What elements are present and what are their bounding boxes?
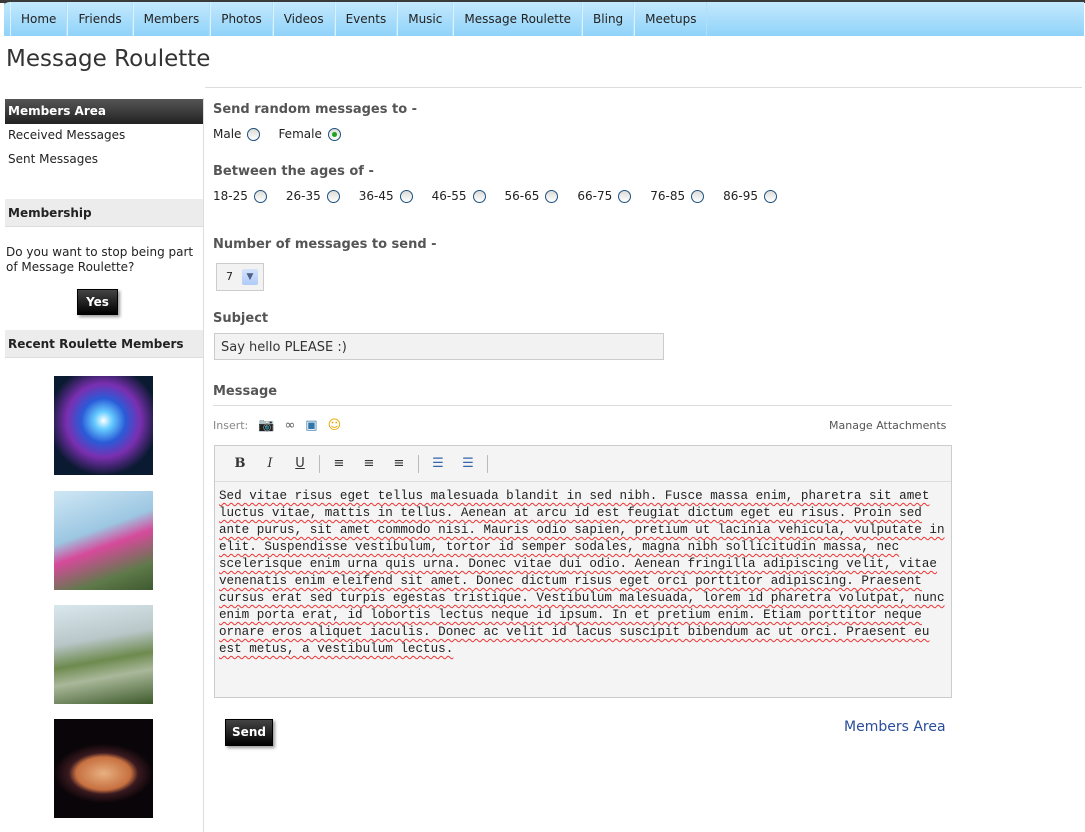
align-right-icon[interactable]: ≡ xyxy=(384,456,414,471)
age-label: 18-25 xyxy=(213,189,248,203)
toolbar-separator xyxy=(319,454,320,473)
smiley-icon[interactable]: ☺ xyxy=(328,418,342,433)
nav-home[interactable]: Home xyxy=(10,2,68,36)
window-add-icon[interactable]: ▣ xyxy=(305,418,317,433)
member-thumbnail-fractal[interactable] xyxy=(54,376,153,475)
nav-music[interactable]: Music xyxy=(397,2,454,36)
yes-button[interactable]: Yes xyxy=(77,289,118,315)
message-count-select[interactable]: 7 ▼ xyxy=(216,263,264,291)
age-label: 46-55 xyxy=(431,189,467,203)
member-thumbnail-skydiving[interactable] xyxy=(54,491,153,590)
bulleted-list-icon[interactable]: ☰ xyxy=(423,456,453,471)
age-radio-86-95[interactable] xyxy=(764,189,777,203)
age-label: 56-65 xyxy=(504,189,540,203)
member-thumbnail-saturn[interactable] xyxy=(54,719,153,818)
ages-label: Between the ages of - xyxy=(213,164,374,179)
main-nav: Home Friends Members Photos Videos Event… xyxy=(4,0,1084,36)
membership-question: Do you want to stop being part of Messag… xyxy=(6,245,194,274)
message-editor: B I U ≡ ≡ ≡ ☰ ☰ Sed vitae risus eget tel… xyxy=(214,445,952,698)
members-area-heading: Members Area xyxy=(5,99,203,124)
insert-bar: Insert: 📷 ∞ ▣ ☺ xyxy=(213,418,341,433)
age-radio-18-25[interactable] xyxy=(253,189,267,203)
divider xyxy=(213,405,952,406)
age-radio-46-55[interactable] xyxy=(472,189,486,203)
message-textarea[interactable]: Sed vitae risus eget tellus malesuada bl… xyxy=(215,482,951,658)
editor-toolbar: B I U ≡ ≡ ≡ ☰ ☰ xyxy=(215,446,951,482)
underline-icon[interactable]: U xyxy=(285,456,315,471)
numbered-list-icon[interactable]: ☰ xyxy=(453,456,483,471)
age-radio-56-65[interactable] xyxy=(545,189,559,203)
insert-label: Insert: xyxy=(213,419,249,432)
recent-members-heading: Recent Roulette Members xyxy=(5,330,203,358)
chevron-down-icon[interactable]: ▼ xyxy=(242,269,258,285)
camera-icon[interactable]: 📷 xyxy=(258,418,274,433)
female-label: Female xyxy=(278,127,322,141)
gender-options: Male Female xyxy=(213,127,341,141)
nav-videos[interactable]: Videos xyxy=(272,2,335,36)
member-thumbnail-building[interactable] xyxy=(54,605,153,704)
male-radio[interactable] xyxy=(247,127,261,141)
age-radio-26-35[interactable] xyxy=(326,189,340,203)
count-label: Number of messages to send - xyxy=(213,237,437,252)
bold-icon[interactable]: B xyxy=(225,456,255,471)
age-radio-36-45[interactable] xyxy=(399,189,413,203)
received-messages-link[interactable]: Received Messages xyxy=(8,128,125,142)
message-label: Message xyxy=(213,384,278,399)
align-left-icon[interactable]: ≡ xyxy=(324,456,354,471)
nav-members[interactable]: Members xyxy=(132,2,211,36)
age-radio-66-75[interactable] xyxy=(618,189,632,203)
link-icon[interactable]: ∞ xyxy=(284,418,295,433)
female-radio[interactable] xyxy=(327,127,341,141)
membership-heading: Membership xyxy=(5,199,203,227)
age-label: 26-35 xyxy=(285,189,321,203)
age-label: 86-95 xyxy=(723,189,758,203)
sent-messages-link[interactable]: Sent Messages xyxy=(8,152,98,166)
age-label: 36-45 xyxy=(358,189,394,203)
male-label: Male xyxy=(213,127,242,141)
italic-icon[interactable]: I xyxy=(255,456,285,471)
age-label: 66-75 xyxy=(577,189,613,203)
manage-attachments-link[interactable]: Manage Attachments xyxy=(829,419,946,432)
nav-friends[interactable]: Friends xyxy=(67,2,133,36)
subject-label: Subject xyxy=(213,311,269,326)
age-options: 18-25 26-35 36-45 46-55 56-65 66-75 76-8… xyxy=(213,189,777,203)
subject-input[interactable]: Say hello PLEASE :) xyxy=(214,333,664,360)
age-label: 76-85 xyxy=(650,189,686,203)
nav-photos[interactable]: Photos xyxy=(210,2,273,36)
send-button[interactable]: Send xyxy=(225,719,273,746)
toolbar-separator xyxy=(418,454,419,473)
send-to-label: Send random messages to - xyxy=(213,102,418,117)
nav-events[interactable]: Events xyxy=(334,2,398,36)
page-title: Message Roulette xyxy=(6,46,211,72)
align-center-icon[interactable]: ≡ xyxy=(354,456,384,471)
toolbar-separator xyxy=(487,454,488,473)
nav-meetups[interactable]: Meetups xyxy=(634,2,708,36)
select-value: 7 xyxy=(226,270,233,283)
divider xyxy=(205,87,1082,88)
nav-message-roulette[interactable]: Message Roulette xyxy=(453,2,583,36)
age-radio-76-85[interactable] xyxy=(691,189,705,203)
members-area-link[interactable]: Members Area xyxy=(844,719,946,735)
sidebar-divider xyxy=(203,98,204,832)
nav-bling[interactable]: Bling xyxy=(582,2,635,36)
